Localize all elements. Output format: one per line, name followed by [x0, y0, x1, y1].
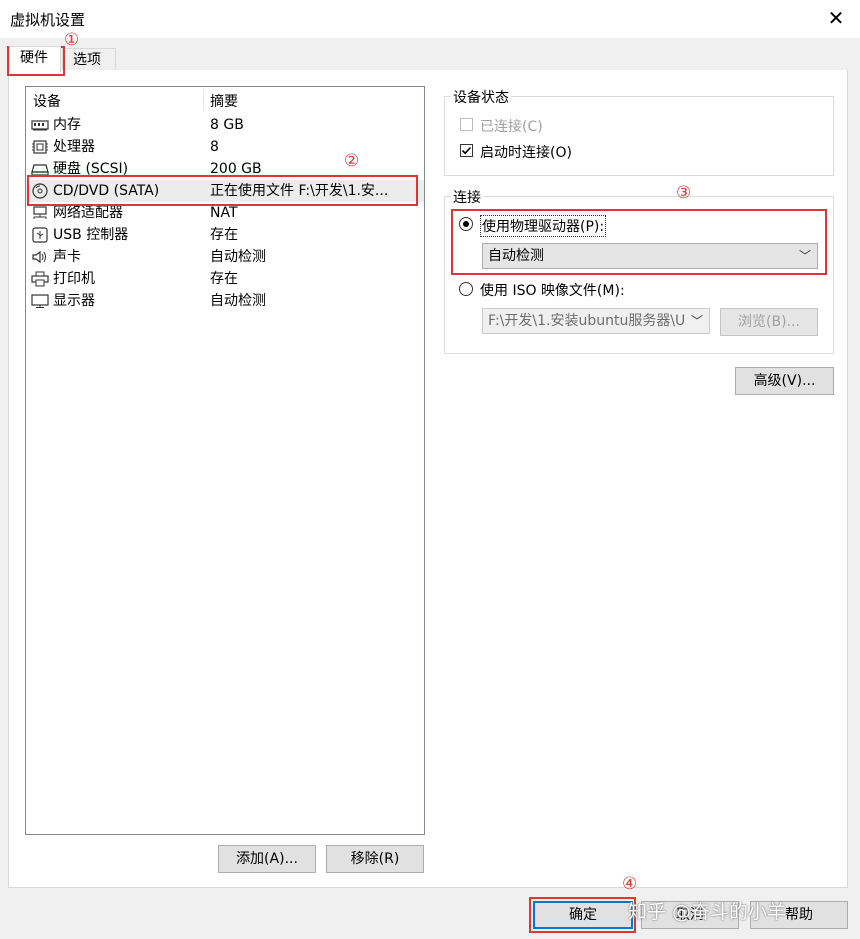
advanced-button[interactable]: 高级(V)...: [735, 367, 834, 395]
connect-on-power-on-checkbox[interactable]: [460, 144, 473, 157]
device-summary: 自动检测: [210, 293, 266, 309]
iso-path-select[interactable]: F:\开发\1.安装ubuntu服务器\U ﹀: [482, 308, 710, 334]
display-icon: [31, 293, 49, 309]
chevron-down-icon: ﹀: [688, 309, 703, 333]
connected-label: 已连接(C): [480, 119, 543, 135]
annotation-box-2: [27, 175, 418, 206]
iso-path-value: F:\开发\1.安装ubuntu服务器\U: [488, 313, 686, 329]
checkmark-icon: [461, 146, 472, 155]
tab-hardware[interactable]: 硬件: [9, 46, 61, 72]
device-name: 显示器: [53, 293, 95, 309]
annotation-number-4: ④: [622, 874, 638, 894]
device-row-memory[interactable]: 内存 8 GB: [26, 114, 424, 136]
device-row-usb[interactable]: USB 控制器 存在: [26, 224, 424, 246]
device-summary: 8 GB: [210, 117, 244, 133]
add-device-button[interactable]: 添加(A)...: [218, 845, 316, 873]
device-name: USB 控制器: [53, 227, 129, 243]
device-summary: 存在: [210, 271, 238, 287]
annotation-number-1: ①: [64, 30, 80, 50]
memory-icon: [31, 117, 49, 133]
usb-icon: [31, 227, 49, 243]
device-summary: 8: [210, 139, 219, 155]
browse-button[interactable]: 浏览(B)...: [720, 308, 818, 336]
sound-icon: [31, 249, 49, 265]
remove-device-button[interactable]: 移除(R): [326, 845, 424, 873]
column-separator[interactable]: [203, 89, 204, 111]
annotation-box-4: [529, 897, 636, 933]
device-name: 打印机: [53, 271, 95, 287]
device-status-title: 设备状态: [451, 87, 511, 107]
annotation-box-3: [451, 209, 827, 275]
connection-title: 连接: [451, 187, 483, 207]
iso-image-radio[interactable]: [459, 282, 473, 296]
device-row-processor[interactable]: 处理器 8: [26, 136, 424, 158]
annotation-number-3: ③: [676, 183, 692, 203]
network-adapter-icon: [31, 205, 49, 221]
column-header-device[interactable]: 设备: [33, 91, 61, 111]
device-name: 声卡: [53, 249, 81, 265]
device-row-display[interactable]: 显示器 自动检测: [26, 290, 424, 312]
title-bar: [0, 0, 860, 38]
device-status-group: [444, 96, 834, 176]
column-header-summary[interactable]: 摘要: [210, 91, 238, 111]
device-name: 处理器: [53, 139, 95, 155]
connected-checkbox[interactable]: [460, 118, 473, 131]
device-row-printer[interactable]: 打印机 存在: [26, 268, 424, 290]
iso-image-label: 使用 ISO 映像文件(M):: [480, 283, 625, 299]
close-icon[interactable]: ✕: [824, 6, 848, 30]
device-row-sound[interactable]: 声卡 自动检测: [26, 246, 424, 268]
device-summary: 自动检测: [210, 249, 266, 265]
connect-on-power-on-label: 启动时连接(O): [480, 145, 572, 161]
annotation-number-2: ②: [344, 151, 360, 171]
device-summary: 存在: [210, 227, 238, 243]
processor-icon: [31, 139, 49, 155]
window-title: 虚拟机设置: [10, 11, 86, 29]
tab-options[interactable]: 选项: [62, 48, 116, 71]
watermark: 知乎 @奋斗的小羊: [628, 901, 787, 923]
printer-icon: [31, 271, 49, 287]
device-name: 内存: [53, 117, 81, 133]
